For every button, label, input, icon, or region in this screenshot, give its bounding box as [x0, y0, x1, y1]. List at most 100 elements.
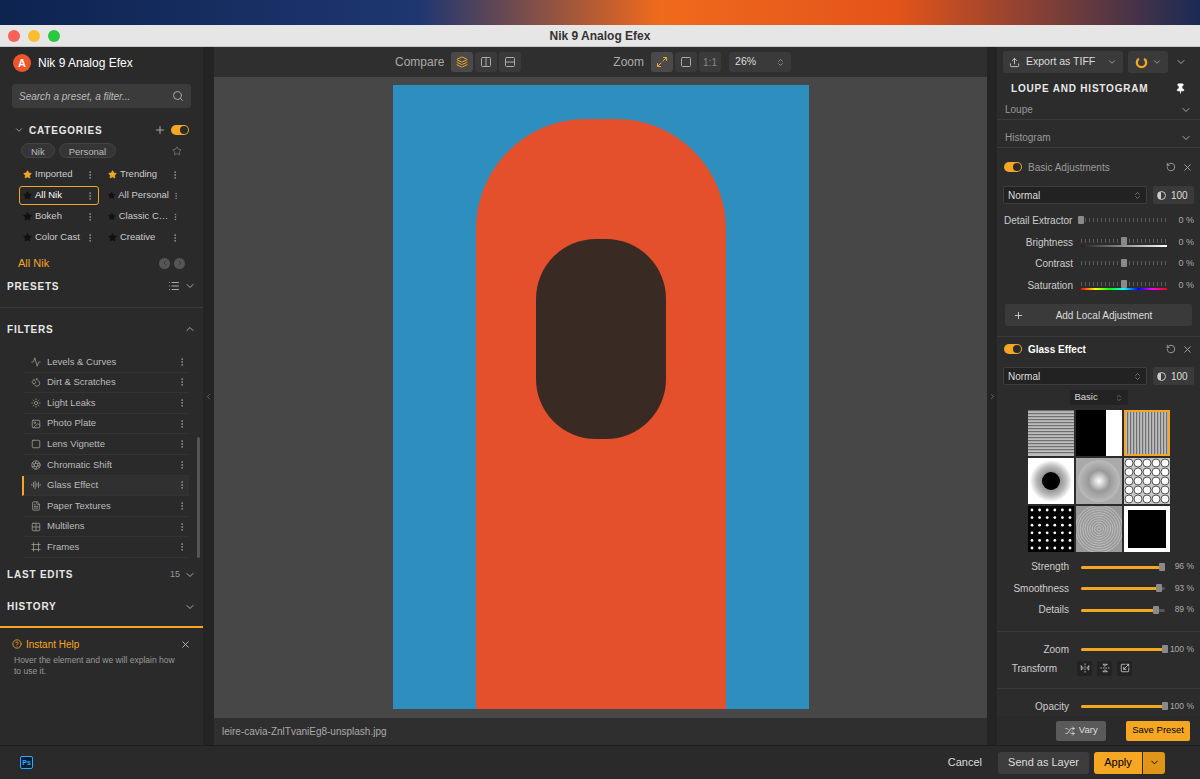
more-icon[interactable] [85, 170, 95, 180]
categories-header[interactable]: CATEGORIES [0, 122, 203, 138]
more-icon[interactable] [85, 233, 95, 243]
slider[interactable] [1081, 258, 1167, 270]
slider-thumb[interactable] [1159, 563, 1165, 571]
send-as-layer-button[interactable]: Send as Layer [998, 752, 1089, 774]
export-button[interactable]: Export as TIFF [1003, 51, 1123, 73]
category-item[interactable]: Trending [104, 165, 184, 184]
expand-icon[interactable] [184, 601, 196, 613]
slider-thumb[interactable] [1078, 216, 1084, 224]
add-icon[interactable] [154, 124, 166, 136]
more-icon[interactable] [177, 398, 187, 408]
category-item[interactable]: Bokeh [19, 207, 99, 226]
more-icon[interactable] [171, 212, 180, 222]
opacity-field[interactable]: 100 [1153, 186, 1194, 204]
blend-mode-select[interactable]: Normal [1003, 186, 1147, 204]
expand-icon[interactable] [1180, 132, 1192, 144]
zoom-select[interactable]: 26% [729, 52, 791, 72]
next-button[interactable] [174, 258, 185, 269]
more-icon[interactable] [177, 377, 187, 387]
more-icon[interactable] [170, 233, 180, 243]
apply-button[interactable]: Apply [1094, 752, 1142, 774]
more-icon[interactable] [177, 522, 187, 532]
sync-button[interactable] [1128, 51, 1168, 73]
more-icon[interactable] [85, 212, 95, 222]
slider[interactable] [1081, 605, 1165, 615]
categories-toggle[interactable] [171, 125, 189, 135]
more-icon[interactable] [177, 501, 187, 511]
more-icon[interactable] [177, 542, 187, 552]
slider[interactable] [1081, 236, 1167, 248]
star-icon[interactable] [23, 233, 32, 242]
filter-item[interactable]: Lens Vignette [22, 434, 189, 455]
category-item[interactable]: Creative [104, 228, 184, 247]
close-icon[interactable] [1182, 162, 1193, 173]
search-field[interactable]: Search a preset, a filter... [12, 84, 191, 108]
maximize-window-button[interactable] [48, 30, 60, 42]
star-icon[interactable] [108, 233, 117, 242]
expand-icon[interactable] [184, 569, 196, 581]
texture-tile[interactable] [1124, 458, 1170, 504]
category-tag[interactable]: Nik [21, 143, 55, 158]
filter-item[interactable]: Light Leaks [22, 393, 189, 414]
filters-header[interactable]: FILTERS [0, 320, 203, 338]
expand-icon[interactable] [184, 280, 196, 292]
expand-icon[interactable] [1180, 104, 1192, 116]
more-icon[interactable] [177, 419, 187, 429]
compare-mode-button[interactable] [451, 52, 473, 72]
category-item[interactable]: All Nik [19, 186, 99, 205]
pin-icon[interactable] [1175, 83, 1186, 94]
scrollbar[interactable] [197, 352, 200, 558]
filter-item[interactable]: Levels & Curves [22, 352, 189, 373]
texture-tile[interactable] [1076, 410, 1122, 456]
slider[interactable] [1081, 644, 1165, 654]
favorite-icon[interactable] [172, 146, 182, 156]
texture-tile[interactable] [1124, 410, 1170, 456]
filter-item[interactable]: Photo Plate [22, 414, 189, 435]
texture-tile[interactable] [1028, 506, 1074, 552]
vary-button[interactable]: Vary [1056, 721, 1106, 741]
texture-tile[interactable] [1028, 458, 1074, 504]
presets-header[interactable]: PRESETS [0, 277, 203, 295]
basic-adjustments-header[interactable]: Basic Adjustments [997, 157, 1200, 177]
more-icon[interactable] [177, 439, 187, 449]
apply-options-button[interactable] [1143, 752, 1165, 774]
filter-item[interactable]: Chromatic Shift [22, 455, 189, 476]
reset-icon[interactable] [1166, 344, 1176, 354]
category-item[interactable]: Color Cast [19, 228, 99, 247]
glass-effect-header[interactable]: Glass Effect [997, 339, 1200, 359]
left-collapse-strip[interactable] [203, 47, 214, 745]
star-icon[interactable] [23, 212, 32, 221]
close-icon[interactable] [180, 639, 191, 650]
save-preset-button[interactable]: Save Preset [1126, 721, 1190, 741]
slider-thumb[interactable] [1162, 702, 1168, 710]
slider[interactable] [1081, 562, 1165, 572]
add-local-adjustment-button[interactable]: Add Local Adjustment [1005, 304, 1192, 326]
slider[interactable] [1081, 279, 1167, 291]
expand-icon[interactable] [14, 125, 24, 135]
more-icon[interactable] [177, 460, 187, 470]
texture-group-select[interactable]: Basic [1070, 390, 1128, 405]
filter-toggle[interactable] [1004, 162, 1022, 172]
star-icon[interactable] [108, 212, 116, 221]
filter-item[interactable]: Paper Textures [22, 496, 189, 517]
slider-thumb[interactable] [1162, 645, 1168, 653]
flip-horizontal-button[interactable] [1077, 661, 1092, 676]
compare-mode-button[interactable] [499, 52, 521, 72]
slider-thumb[interactable] [1153, 606, 1159, 614]
filter-item[interactable]: Multilens [22, 517, 189, 538]
filter-item[interactable]: Glass Effect [22, 476, 189, 497]
star-icon[interactable] [108, 191, 115, 200]
texture-tile[interactable] [1076, 506, 1122, 552]
slider[interactable] [1081, 215, 1167, 227]
slider[interactable] [1081, 701, 1165, 711]
compare-mode-button[interactable] [475, 52, 497, 72]
filter-item[interactable]: Dirt & Scratches [22, 373, 189, 394]
minimize-window-button[interactable] [28, 30, 40, 42]
zoom-mode-button[interactable] [651, 52, 673, 72]
slider-thumb[interactable] [1121, 237, 1127, 245]
texture-tile[interactable] [1028, 410, 1074, 456]
loupe-histogram-item[interactable]: Loupe [997, 100, 1200, 120]
cancel-button[interactable]: Cancel [948, 754, 982, 771]
zoom-mode-button[interactable]: 1:1 [699, 52, 721, 72]
panel-menu-icon[interactable] [1175, 56, 1187, 68]
